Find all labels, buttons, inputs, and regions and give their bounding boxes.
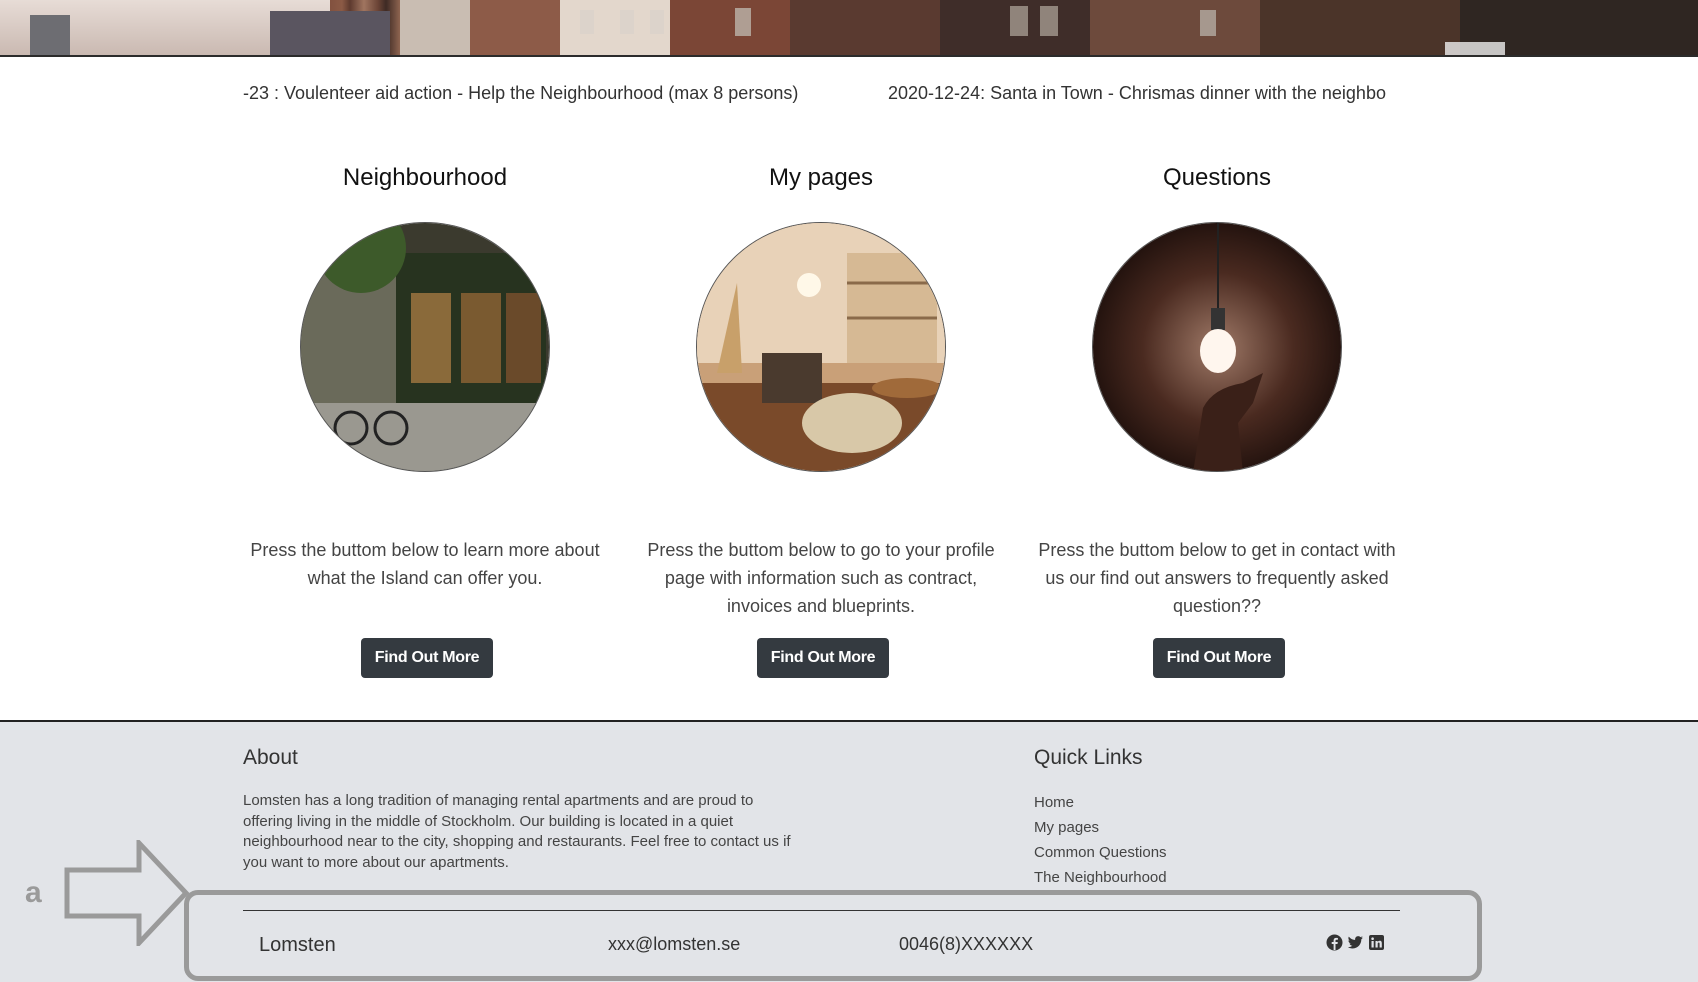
footer-link-my-pages[interactable]: My pages [1034,818,1167,843]
card-title: Questions [1162,164,1272,191]
card-my-pages: My pages Press the buttom below to go to… [623,160,1019,678]
ticker-item: -23 : Voulenteer aid action - Help the N… [243,83,799,103]
about-text: Lomsten has a long tradition of managing… [243,792,791,871]
about-heading: About [243,746,298,769]
card-title: My pages [768,164,874,191]
find-out-more-button[interactable]: Find Out More [757,638,889,678]
annotation-arrow-icon [64,840,190,946]
footer-link-home[interactable]: Home [1034,793,1167,818]
find-out-more-button[interactable]: Find Out More [361,638,493,678]
card-neighbourhood: Neighbourhood Press the buttom below to … [227,160,623,678]
annotation-label: a [25,876,42,909]
card-description: Press the buttom below to go to your pro… [647,540,995,616]
card-title: Neighbourhood [342,164,508,191]
footer-link-common-questions[interactable]: Common Questions [1034,843,1167,868]
living-room-photo [696,222,946,472]
annotation-highlight-box [184,890,1482,981]
find-out-more-button[interactable]: Find Out More [1153,638,1285,678]
card-description: Press the buttom below to learn more abo… [250,540,600,588]
quick-links-list: Home My pages Common Questions The Neigh… [1034,793,1167,893]
hero-banner-image [0,0,1698,57]
storefront-photo [300,222,550,472]
card-description: Press the buttom below to get in contact… [1038,540,1396,616]
card-questions: Questions Press the buttom below to get … [1019,160,1415,678]
quick-links-heading: Quick Links [1034,746,1143,769]
ticker-item: 2020-12-24: Santa in Town - Chrismas din… [888,83,1386,103]
news-ticker: -23 : Voulenteer aid action - Help the N… [243,80,1401,108]
lightbulb-photo [1092,222,1342,472]
